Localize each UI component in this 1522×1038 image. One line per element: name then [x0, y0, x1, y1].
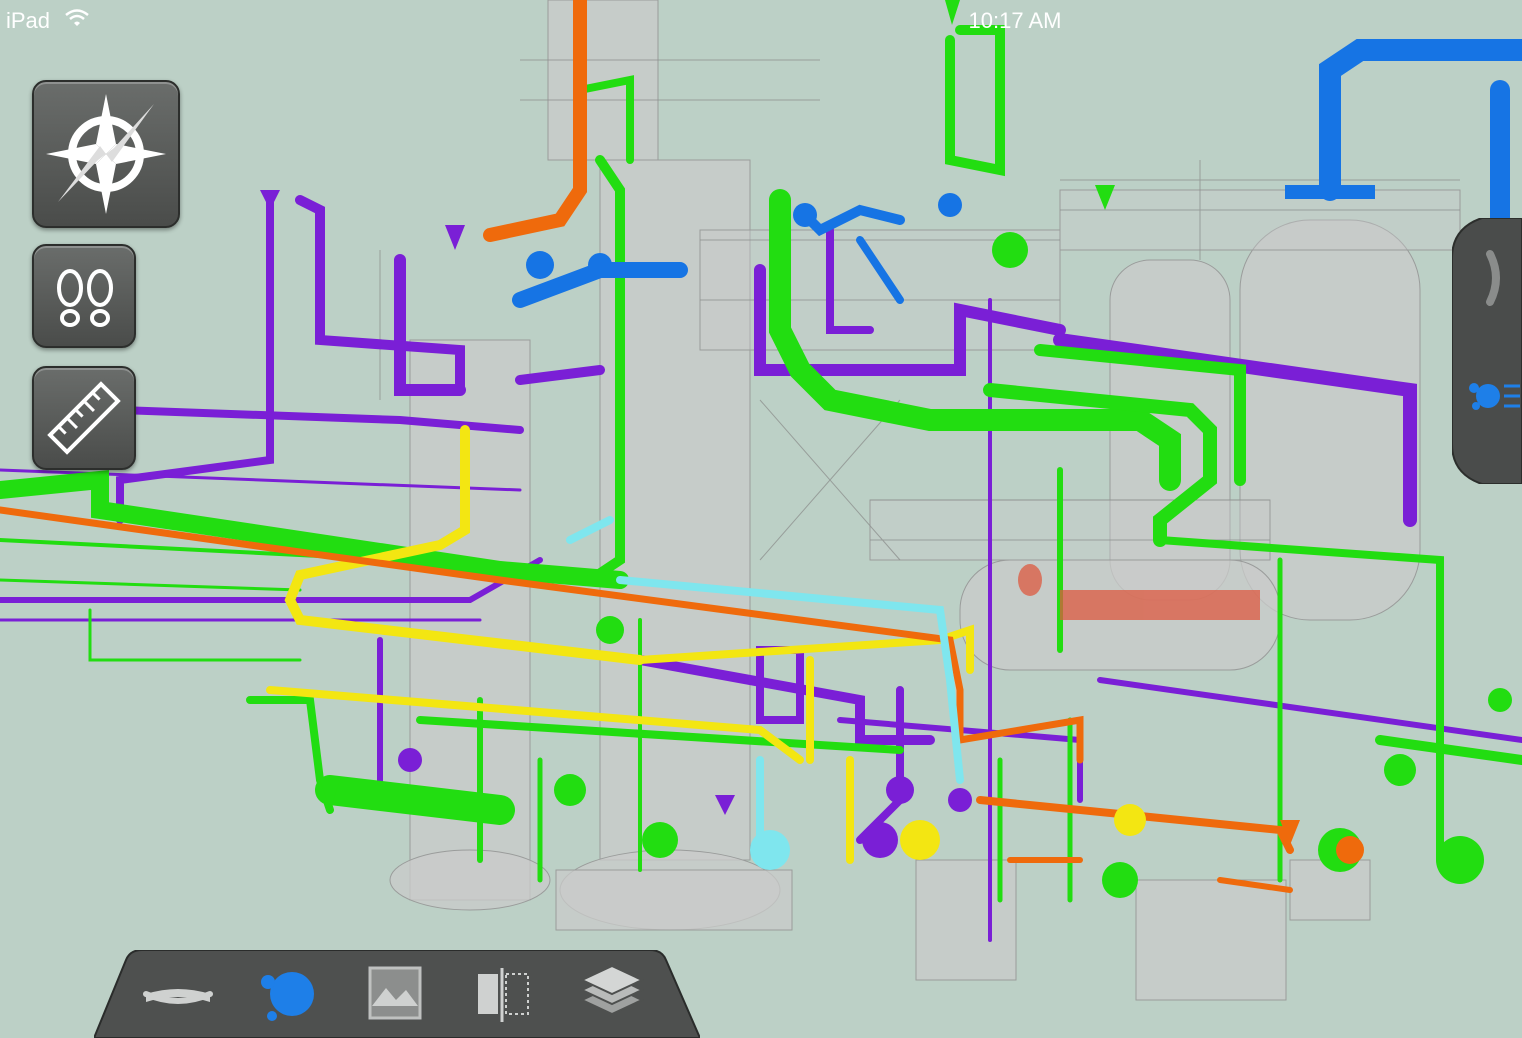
- appearance-button[interactable]: [248, 960, 328, 1028]
- platform-2: [869, 499, 1271, 561]
- skid-2: [1135, 879, 1287, 1001]
- plane-cut-icon: [478, 968, 529, 1022]
- section-icon: [368, 966, 422, 1020]
- ruler-icon: [47, 381, 121, 455]
- section-box-button[interactable]: [356, 960, 436, 1028]
- measure-button[interactable]: [32, 366, 136, 470]
- navigation-compass-button[interactable]: [32, 80, 180, 228]
- compass-icon: [46, 94, 166, 214]
- layers-button[interactable]: [572, 960, 652, 1028]
- bubbles-list-icon: [1469, 383, 1520, 410]
- walk-mode-button[interactable]: [32, 244, 136, 348]
- platform-3: [1059, 189, 1461, 251]
- distillation-column-left: [547, 0, 659, 161]
- plant-3d-model-viewport[interactable]: [0, 0, 1522, 1038]
- surface-icon: [143, 989, 213, 1004]
- bubbles-icon: [261, 972, 314, 1021]
- section-plane-button[interactable]: [464, 960, 544, 1028]
- view-mode-button[interactable]: [138, 960, 218, 1028]
- footprints-icon: [57, 269, 113, 327]
- side-panel-tab[interactable]: [1451, 217, 1522, 485]
- layers-icon: [579, 964, 645, 1016]
- column-base: [389, 849, 551, 911]
- bottom-toolbar: [94, 950, 700, 1038]
- base-block: [555, 869, 793, 931]
